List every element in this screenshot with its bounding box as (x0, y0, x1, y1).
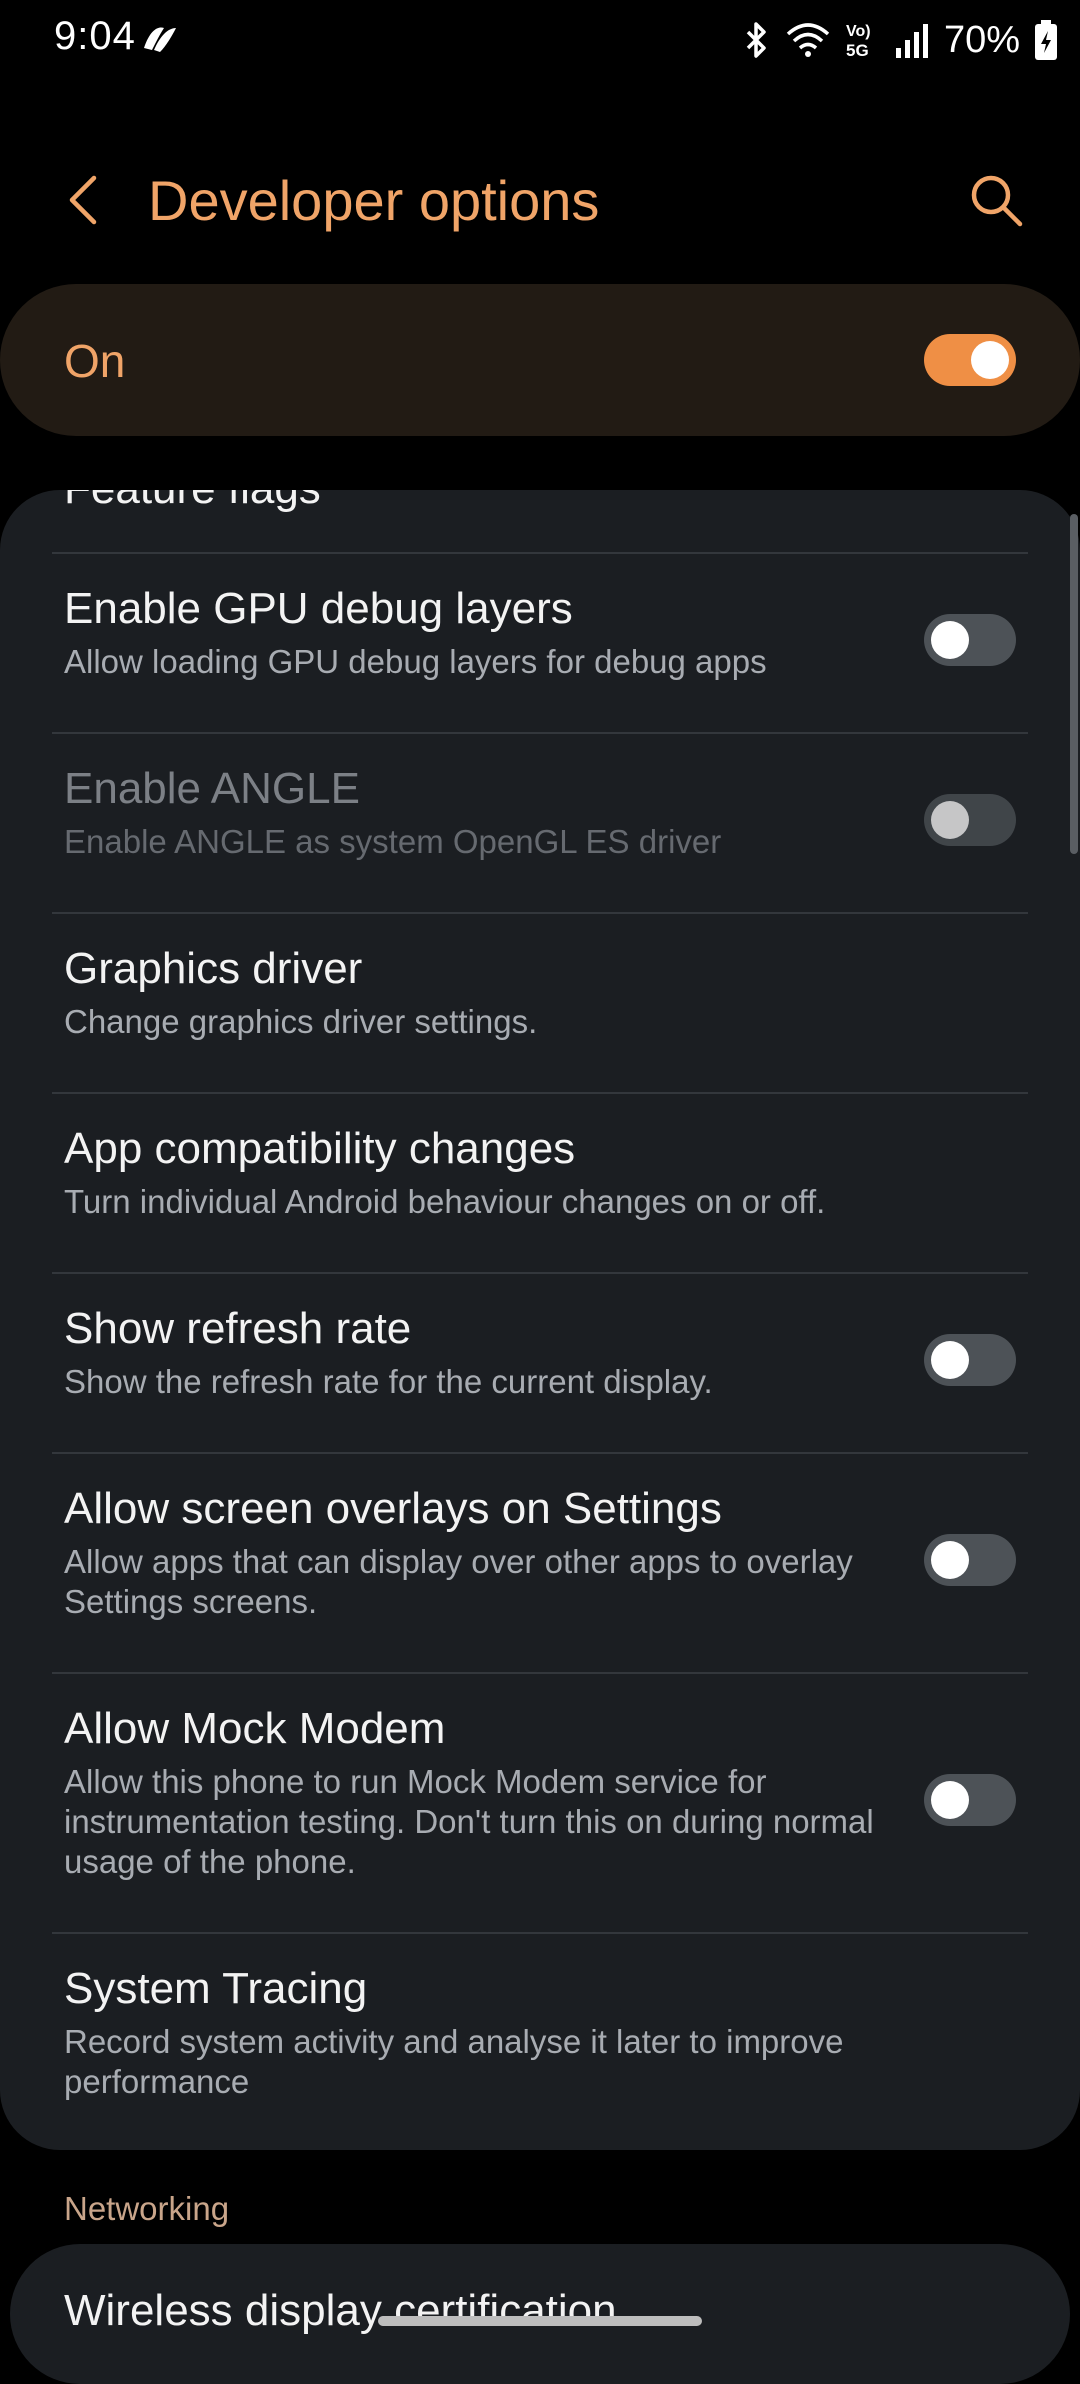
scrollbar-thumb[interactable] (1070, 514, 1078, 854)
item-title: Enable GPU debug layers (64, 584, 573, 633)
item-summary: Record system activity and analyse it la… (64, 2023, 844, 2100)
item-summary: Change graphics driver settings. (64, 1003, 538, 1040)
master-switch-label: On (64, 335, 126, 387)
networking-list: Wireless display certification (10, 2244, 1070, 2384)
item-enable-angle[interactable]: Enable ANGLE Enable ANGLE as system Open… (0, 734, 1080, 912)
item-title: Allow screen overlays on Settings (64, 1484, 722, 1533)
item-show-refresh-rate[interactable]: Show refresh rate Show the refresh rate … (0, 1274, 1080, 1452)
battery-charging-icon (1035, 20, 1057, 60)
item-graphics-driver[interactable]: Graphics driver Change graphics driver s… (0, 914, 1080, 1092)
item-enable-gpu-debug-layers[interactable]: Enable GPU debug layers Allow loading GP… (0, 554, 1080, 732)
item-summary: Show the refresh rate for the current di… (64, 1363, 713, 1400)
chevron-left-icon[interactable] (54, 170, 114, 230)
item-summary: Turn individual Android behaviour change… (64, 1183, 826, 1220)
item-summary: Allow loading GPU debug layers for debug… (64, 643, 767, 680)
status-bar: 9:04 Vo) 5G 70% (0, 0, 1080, 80)
item-app-compatibility-changes[interactable]: App compatibility changes Turn individua… (0, 1094, 1080, 1272)
mock-modem-toggle[interactable] (924, 1774, 1016, 1826)
gpu-debug-toggle[interactable] (924, 614, 1016, 666)
volte-5g-icon: Vo) 5G (846, 23, 871, 60)
item-title: System Tracing (64, 1964, 368, 2013)
item-summary: Allow this phone to run Mock Modem servi… (64, 1763, 874, 1880)
app-bar: Developer options (0, 140, 1080, 260)
master-switch-bar[interactable]: On (0, 284, 1080, 436)
wifi-icon (786, 23, 830, 57)
item-title: Allow Mock Modem (64, 1704, 446, 1753)
refresh-rate-toggle[interactable] (924, 1334, 1016, 1386)
screen-overlays-toggle[interactable] (924, 1534, 1016, 1586)
settings-list: Feature flags Enable GPU debug layers Al… (0, 490, 1080, 2150)
app-notification-icon (144, 27, 176, 52)
item-allow-screen-overlays[interactable]: Allow screen overlays on Settings Allow … (0, 1454, 1080, 1672)
battery-percent: 70% (943, 18, 1020, 61)
svg-text:5G: 5G (846, 41, 869, 60)
item-allow-mock-modem[interactable]: Allow Mock Modem Allow this phone to run… (0, 1674, 1080, 1932)
section-header-networking: Networking (64, 2190, 230, 2227)
signal-icon (895, 24, 928, 58)
item-title: Enable ANGLE (64, 764, 360, 813)
page-title: Developer options (148, 169, 600, 232)
status-icons: Vo) 5G 70% (742, 12, 1058, 68)
status-time: 9:04 (54, 14, 136, 58)
list-item-cut[interactable]: Feature flags (64, 490, 321, 514)
item-summary: Enable ANGLE as system OpenGL ES driver (64, 823, 722, 860)
master-toggle[interactable] (924, 334, 1016, 386)
item-title: Show refresh rate (64, 1304, 412, 1353)
list-item-cut[interactable]: Wireless display certification (64, 2286, 617, 2336)
bluetooth-icon (746, 22, 766, 58)
angle-toggle[interactable] (924, 794, 1016, 846)
item-summary: Allow apps that can display over other a… (64, 1543, 853, 1620)
item-title: App compatibility changes (64, 1124, 576, 1173)
svg-text:Vo): Vo) (846, 23, 871, 40)
item-system-tracing[interactable]: System Tracing Record system activity an… (0, 1934, 1080, 2150)
gesture-nav-handle[interactable] (378, 2316, 702, 2326)
item-title: Graphics driver (64, 944, 363, 993)
search-icon[interactable] (966, 170, 1026, 230)
